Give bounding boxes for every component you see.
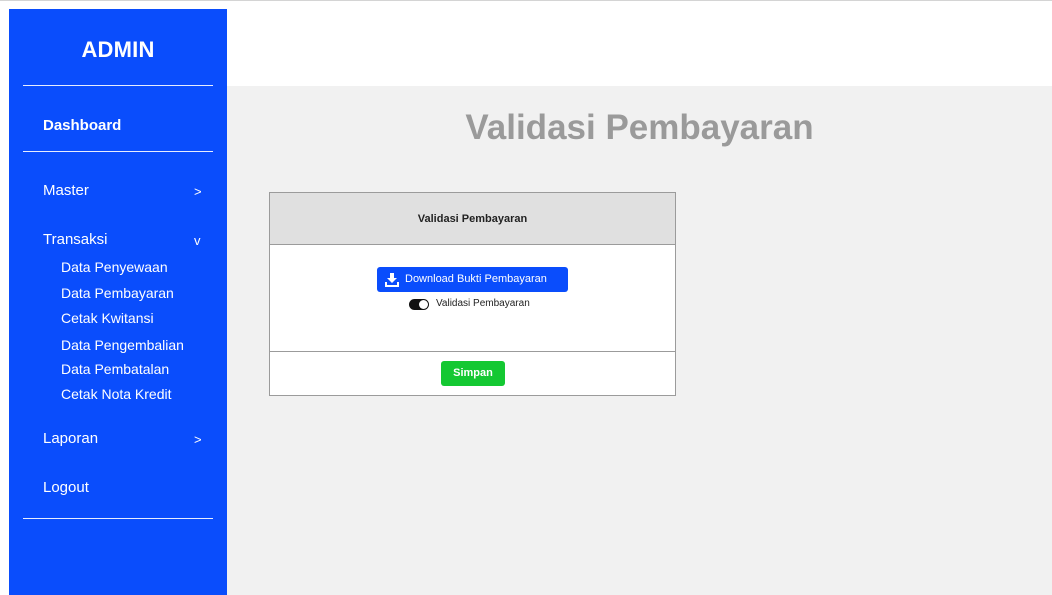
- sidebar-item-transaksi[interactable]: Transaksi: [43, 231, 107, 248]
- sidebar-subitem-cetak-kwitansi[interactable]: Cetak Kwitansi: [61, 310, 154, 326]
- sidebar-item-master[interactable]: Master: [43, 182, 89, 199]
- sidebar-divider: [23, 85, 213, 86]
- validation-toggle-label: Validasi Pembayaran: [436, 298, 530, 309]
- validation-toggle[interactable]: [409, 299, 429, 310]
- main-content: Validasi Pembayaran Validasi Pembayaran …: [227, 86, 1052, 595]
- sidebar-subitem-data-penyewaan[interactable]: Data Penyewaan: [61, 259, 168, 275]
- card-header: Validasi Pembayaran: [270, 193, 675, 245]
- page-title: Validasi Pembayaran: [465, 108, 814, 147]
- chevron-down-icon[interactable]: v: [194, 233, 201, 248]
- sidebar-subitem-data-pembayaran[interactable]: Data Pembayaran: [61, 285, 174, 301]
- download-proof-button[interactable]: Download Bukti Pembayaran: [377, 267, 568, 292]
- sidebar-item-laporan[interactable]: Laporan: [43, 430, 98, 447]
- validation-card: Validasi Pembayaran Download Bukti Pemba…: [269, 192, 676, 396]
- chevron-right-icon[interactable]: >: [194, 184, 202, 199]
- card-header-title: Validasi Pembayaran: [417, 213, 528, 225]
- sidebar-divider: [23, 518, 213, 519]
- sidebar-item-logout[interactable]: Logout: [43, 479, 89, 496]
- download-proof-label: Download Bukti Pembayaran: [405, 273, 547, 285]
- brand-title: ADMIN: [81, 37, 155, 62]
- sidebar-subitem-cetak-nota-kredit[interactable]: Cetak Nota Kredit: [61, 386, 172, 402]
- sidebar-subitem-data-pengembalian[interactable]: Data Pengembalian: [61, 337, 184, 353]
- sidebar-subitem-data-pembatalan[interactable]: Data Pembatalan: [61, 361, 169, 377]
- save-button[interactable]: Simpan: [441, 361, 505, 386]
- download-icon: [385, 273, 399, 287]
- chevron-right-icon[interactable]: >: [194, 432, 202, 447]
- card-footer-divider: [270, 351, 675, 352]
- sidebar: ADMIN Dashboard Master > Transaksi v Dat…: [9, 9, 227, 595]
- sidebar-item-dashboard[interactable]: Dashboard: [43, 117, 121, 134]
- top-border: [0, 0, 1052, 1]
- sidebar-divider: [23, 151, 213, 152]
- toggle-knob: [419, 300, 428, 309]
